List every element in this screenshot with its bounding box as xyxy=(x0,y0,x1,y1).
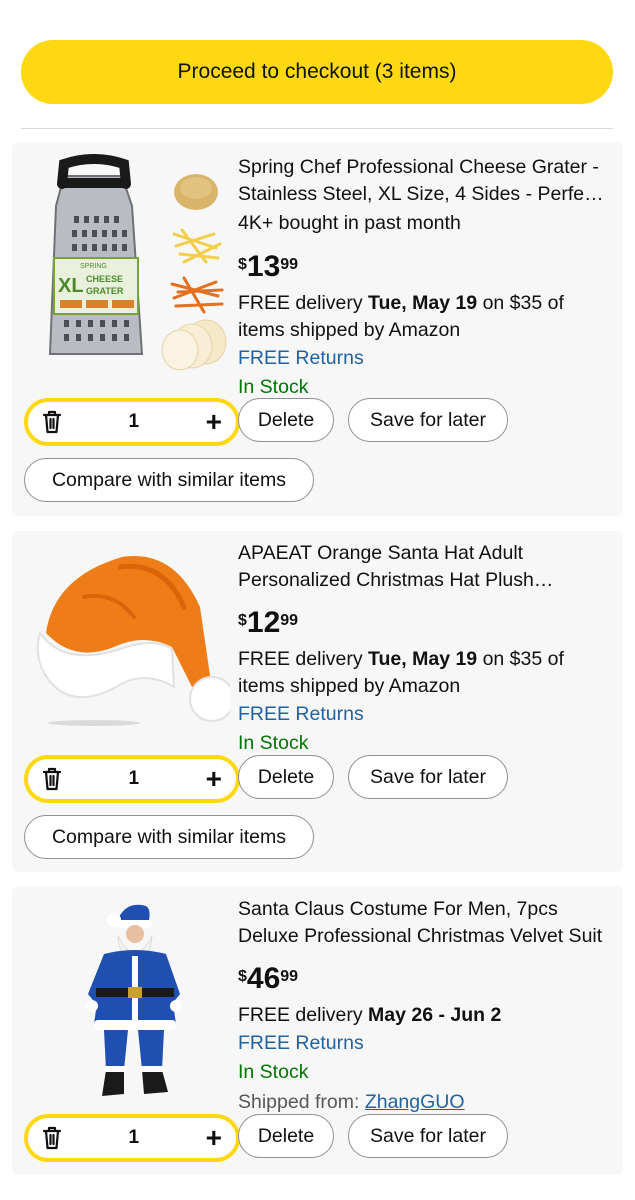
price-fraction: 99 xyxy=(280,968,299,985)
price: $ 13 99 xyxy=(238,250,609,290)
delivery-info: FREE delivery Tue, May 19 on $35 of item… xyxy=(238,646,609,700)
delivery-prefix: FREE delivery xyxy=(238,648,369,670)
product-image-santa-costume[interactable] xyxy=(24,894,230,1106)
product-label-brand: SPRING xyxy=(80,263,107,270)
price-fraction: 99 xyxy=(280,612,299,629)
purchase-count: 4K+ bought in past month xyxy=(238,212,461,234)
product-title[interactable]: Santa Claus Costume For Men, 7pcs Deluxe… xyxy=(238,896,609,950)
price-symbol: $ xyxy=(238,256,247,273)
price: $ 12 99 xyxy=(238,606,609,646)
plus-icon[interactable]: + xyxy=(206,1124,222,1152)
delivery-info: FREE delivery May 26 - Jun 2 xyxy=(238,1002,609,1029)
price-symbol: $ xyxy=(238,612,247,629)
delivery-date: May 26 - Jun 2 xyxy=(368,1004,502,1026)
delivery-prefix: FREE delivery xyxy=(238,292,369,314)
delivery-prefix: FREE delivery xyxy=(238,1004,369,1026)
price-symbol: $ xyxy=(238,968,247,985)
save-for-later-button[interactable]: Save for later xyxy=(348,398,508,442)
price-whole: 12 xyxy=(246,606,281,639)
trash-icon[interactable] xyxy=(42,767,62,791)
cart-item-santa-costume: Santa Claus Costume For Men, 7pcs Deluxe… xyxy=(12,886,623,1174)
product-info: Santa Claus Costume For Men, 7pcs Deluxe… xyxy=(238,896,609,1117)
product-info: APAEAT Orange Santa Hat Adult Personaliz… xyxy=(238,540,609,758)
price: $ 46 99 xyxy=(238,962,609,1002)
quantity-value: 1 xyxy=(128,1127,140,1148)
shipped-from-label: Shipped from: xyxy=(238,1091,365,1113)
compare-similar-button[interactable]: Compare with similar items xyxy=(24,458,314,502)
free-returns-link[interactable]: FREE Returns xyxy=(238,344,609,372)
price-whole: 46 xyxy=(246,962,281,995)
quantity-value: 1 xyxy=(128,411,140,432)
product-image-santa-hat[interactable] xyxy=(24,537,230,737)
free-returns-link[interactable]: FREE Returns xyxy=(238,700,609,728)
compare-similar-button[interactable]: Compare with similar items xyxy=(24,815,314,859)
delivery-date: Tue, May 19 xyxy=(368,292,478,314)
shipped-from: Shipped from: ZhangGUO xyxy=(238,1087,609,1117)
proceed-to-checkout-button[interactable]: Proceed to checkout (3 items) xyxy=(21,40,613,104)
quantity-value: 1 xyxy=(128,768,140,789)
product-label-size: XL xyxy=(58,275,84,297)
delivery-info: FREE delivery Tue, May 19 on $35 of item… xyxy=(238,290,609,344)
product-title[interactable]: APAEAT Orange Santa Hat Adult Personaliz… xyxy=(238,540,609,594)
delete-button[interactable]: Delete xyxy=(238,1114,334,1158)
free-returns-link[interactable]: FREE Returns xyxy=(238,1029,609,1057)
quantity-stepper: 1 + xyxy=(24,755,240,803)
delivery-date: Tue, May 19 xyxy=(368,648,478,670)
product-title[interactable]: Spring Chef Professional Cheese Grater -… xyxy=(238,154,609,208)
delete-button[interactable]: Delete xyxy=(238,398,334,442)
product-label-line1: CHEESE xyxy=(86,274,123,284)
product-image-cheese-grater[interactable]: SPRING XL CHEESE GRATER xyxy=(24,154,230,374)
stock-status: In Stock xyxy=(238,732,309,754)
cart-item-santa-hat: APAEAT Orange Santa Hat Adult Personaliz… xyxy=(12,531,623,872)
plus-icon[interactable]: + xyxy=(206,408,222,436)
quantity-stepper: 1 + xyxy=(24,398,240,446)
quantity-stepper: 1 + xyxy=(24,1114,240,1162)
plus-icon[interactable]: + xyxy=(206,765,222,793)
product-label-line2: GRATER xyxy=(86,286,124,296)
price-whole: 13 xyxy=(246,250,281,283)
trash-icon[interactable] xyxy=(42,1126,62,1150)
stock-status: In Stock xyxy=(238,1061,309,1083)
divider xyxy=(21,128,613,129)
seller-link[interactable]: ZhangGUO xyxy=(365,1091,465,1113)
save-for-later-button[interactable]: Save for later xyxy=(348,1114,508,1158)
cart-item-cheese-grater: SPRING XL CHEESE GRATER Spring Chef Prof… xyxy=(12,142,623,516)
product-info: Spring Chef Professional Cheese Grater -… xyxy=(238,154,609,402)
save-for-later-button[interactable]: Save for later xyxy=(348,755,508,799)
trash-icon[interactable] xyxy=(42,410,62,434)
price-fraction: 99 xyxy=(280,256,299,273)
delete-button[interactable]: Delete xyxy=(238,755,334,799)
